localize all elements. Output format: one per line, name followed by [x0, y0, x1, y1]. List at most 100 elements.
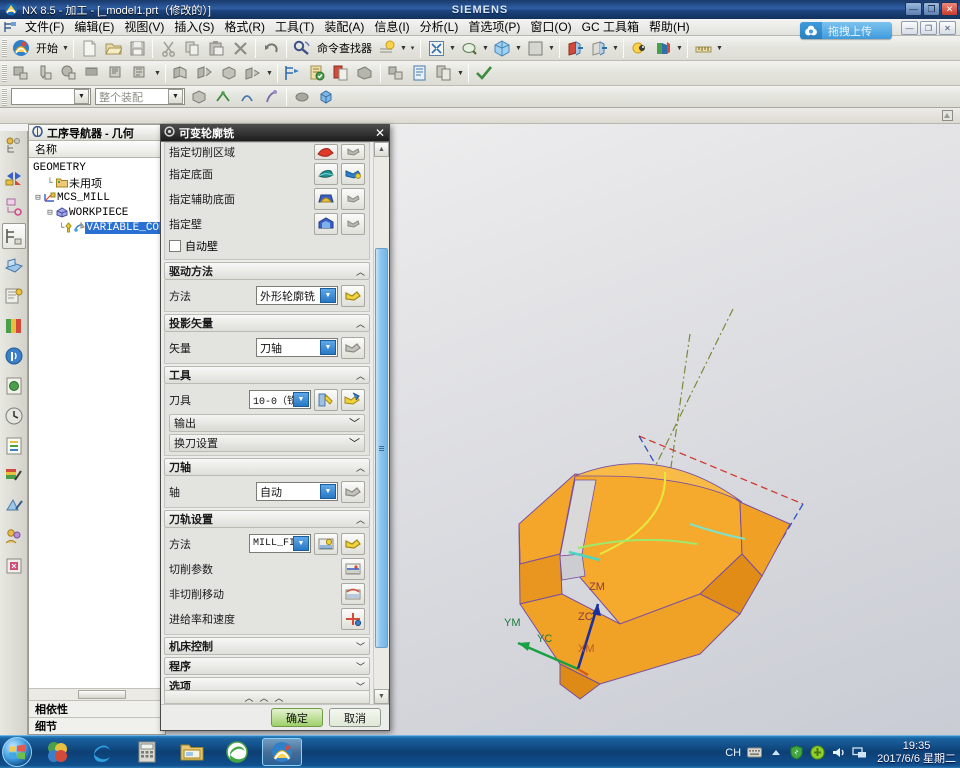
edit-tool-icon[interactable]: [314, 388, 338, 411]
toolpath-dropdown-icon[interactable]: ▼: [265, 63, 274, 84]
security-shield-icon[interactable]: [789, 745, 804, 760]
history-icon[interactable]: [2, 403, 26, 429]
start-dropdown-icon[interactable]: ▼: [61, 38, 70, 59]
menu-item-insert[interactable]: 插入(S): [169, 19, 219, 35]
chevron-down-icon[interactable]: ﹀: [349, 435, 360, 451]
reuse-library-icon[interactable]: [2, 253, 26, 279]
wall-icon[interactable]: [314, 212, 338, 235]
html-help-icon[interactable]: [2, 283, 26, 309]
tool-combo[interactable]: 10-0（铣刀- ▼: [249, 390, 311, 409]
toolbar-grip[interactable]: [2, 39, 7, 57]
close-button[interactable]: ✕: [941, 2, 958, 16]
chevron-down-icon[interactable]: ﹀: [356, 660, 365, 673]
taskbar-ie[interactable]: [82, 738, 122, 766]
chevron-up-icon[interactable]: ︿: [356, 265, 365, 278]
new-file-icon[interactable]: [78, 38, 100, 59]
select-face-icon[interactable]: [188, 86, 210, 107]
part-navigator-icon[interactable]: [2, 193, 26, 219]
start-orb-icon[interactable]: [2, 737, 32, 767]
create-tool-icon[interactable]: [34, 63, 56, 84]
create-operation-icon[interactable]: [106, 63, 128, 84]
measure-icon[interactable]: [692, 38, 714, 59]
open-file-icon[interactable]: [102, 38, 124, 59]
menu-item-window[interactable]: 窗口(O): [525, 19, 576, 35]
taskbar-browser-green[interactable]: [217, 738, 257, 766]
chevron-down-icon[interactable]: ▼: [168, 89, 183, 104]
fit-view-icon[interactable]: [425, 38, 447, 59]
doc-minimize-button[interactable]: —: [901, 21, 918, 35]
operation-navigator-icon[interactable]: [130, 63, 152, 84]
minimize-button[interactable]: —: [905, 2, 922, 16]
group-header-projection-vector[interactable]: 投影矢量 ︿: [164, 314, 370, 332]
command-finder-icon[interactable]: [291, 38, 313, 59]
details-panel-header[interactable]: 细节: [29, 717, 165, 734]
fit-view-dropdown-icon[interactable]: ▼: [448, 38, 457, 59]
toolbar-grip[interactable]: [2, 64, 7, 82]
transform-path-icon[interactable]: [385, 63, 407, 84]
group-header-tool-axis[interactable]: 刀轴 ︿: [164, 458, 370, 476]
visualization-icon[interactable]: [652, 38, 674, 59]
system-visual-icon[interactable]: [2, 493, 26, 519]
shaded-style-icon[interactable]: [524, 38, 546, 59]
create-method-icon[interactable]: [82, 63, 104, 84]
group-header-machine-control[interactable]: 机床控制 ﹀: [164, 637, 370, 655]
chevron-down-icon[interactable]: ▼: [293, 392, 309, 407]
noncut-move-icon[interactable]: [341, 582, 365, 605]
tree-row-geometry[interactable]: GEOMETRY: [29, 160, 165, 175]
zoom-dropdown-icon[interactable]: ▼: [481, 38, 490, 59]
command-finder-label[interactable]: 命令查找器: [314, 40, 375, 56]
chevron-up-icon[interactable]: ︿: [356, 317, 365, 330]
collapse-all-button[interactable]: ︿︿︿: [164, 690, 370, 704]
tree-row-workpiece[interactable]: ⊟ WORKPIECE: [29, 205, 165, 220]
upload-button[interactable]: 拖拽上传: [800, 22, 892, 39]
cut-icon[interactable]: [157, 38, 179, 59]
web-browser-icon[interactable]: [2, 313, 26, 339]
tree-row-variable-contour[interactable]: └ VARIABLE_CONT: [29, 220, 165, 235]
system-scene-icon[interactable]: [2, 463, 26, 489]
taskbar-explorer[interactable]: [172, 738, 212, 766]
auto-wall-checkbox-row[interactable]: 自动壁: [169, 236, 365, 256]
wrench-gray-icon[interactable]: [341, 480, 365, 503]
tree-expander[interactable]: ⊟: [33, 193, 43, 203]
system-materials-icon[interactable]: [2, 433, 26, 459]
wrench-gray-icon[interactable]: [341, 144, 365, 160]
output-cls-icon[interactable]: [330, 63, 352, 84]
wrench-gray-icon[interactable]: [341, 336, 365, 359]
navigator-column-header[interactable]: 名称: [29, 141, 165, 158]
dependencies-panel-header[interactable]: 相依性: [29, 700, 165, 717]
method-icon[interactable]: [314, 532, 338, 555]
show-hide-icon[interactable]: [564, 38, 586, 59]
shop-docs-icon[interactable]: [306, 63, 328, 84]
network-icon[interactable]: [852, 745, 867, 760]
new-tool-icon[interactable]: [341, 388, 365, 411]
create-program-icon[interactable]: [10, 63, 32, 84]
group-header-tool[interactable]: 工具 ︿: [164, 366, 370, 384]
floor-icon[interactable]: [314, 162, 338, 185]
doc-close-button[interactable]: ✕: [939, 21, 956, 35]
tree-expander[interactable]: ⊟: [45, 208, 55, 218]
select-point-icon[interactable]: [260, 86, 282, 107]
orient-view-icon[interactable]: [491, 38, 513, 59]
post-process-icon[interactable]: [282, 63, 304, 84]
scope-combo[interactable]: 整个装配 ▼: [95, 88, 185, 105]
workpiece-report-icon[interactable]: [409, 63, 431, 84]
start-menu-icon[interactable]: [10, 38, 32, 59]
tree-row-unused[interactable]: └ 未用项: [29, 175, 165, 191]
operation-navigator-tab-icon[interactable]: [1, 223, 26, 249]
group-header-path-settings[interactable]: 刀轨设置 ︿: [164, 510, 370, 528]
edit-object-display-icon[interactable]: [628, 38, 650, 59]
assembly-navigator-icon[interactable]: [2, 133, 26, 159]
chevron-up-icon[interactable]: ︿: [356, 369, 365, 382]
cut-params-icon[interactable]: [341, 557, 365, 580]
taskbar-clock[interactable]: 19:35 2017/6/6 星期二: [877, 740, 956, 766]
verify-toolpath-icon[interactable]: [194, 63, 216, 84]
copy-icon[interactable]: [181, 38, 203, 59]
toolbar-grip[interactable]: [2, 87, 7, 106]
scrollbar-thumb[interactable]: [375, 248, 388, 648]
chevron-down-icon[interactable]: ▼: [320, 288, 336, 303]
cut-region-icon[interactable]: [314, 144, 338, 160]
chevron-up-icon[interactable]: ︿: [356, 461, 365, 474]
collaboration-icon[interactable]: [2, 523, 26, 549]
integrated-gateway-icon[interactable]: [2, 553, 26, 579]
group-header-program[interactable]: 程序 ﹀: [164, 657, 370, 675]
